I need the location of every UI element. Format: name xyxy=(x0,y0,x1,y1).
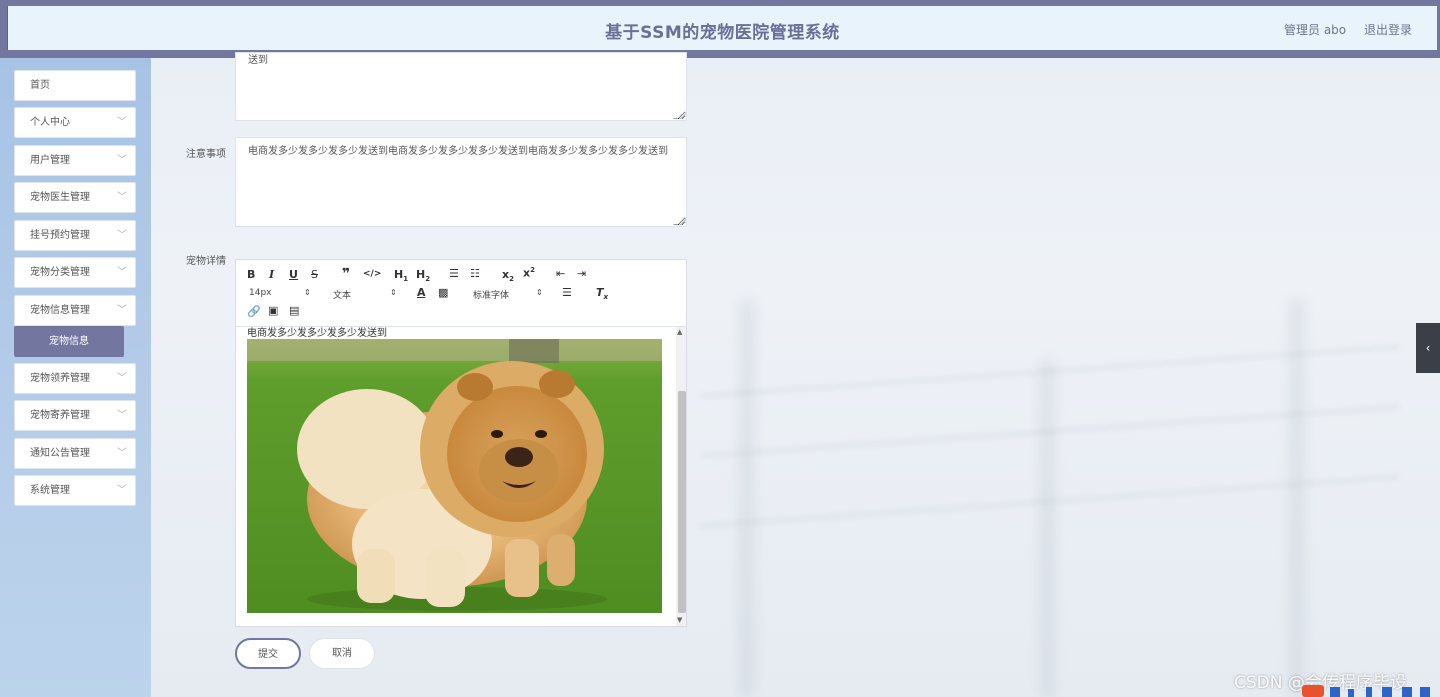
indent-icon[interactable]: ⇥ xyxy=(577,267,586,280)
scroll-down-icon[interactable]: ▼ xyxy=(677,616,682,624)
chevron-down-icon: ﹀ xyxy=(117,410,127,421)
scrollbar-thumb[interactable] xyxy=(678,391,686,613)
notes-value: 电商发多少发多少发多少发送到电商发多少发多少发多少发送到电商发多少发多少发多少发… xyxy=(248,146,668,157)
previous-textarea[interactable]: 送到 xyxy=(235,52,687,121)
chevron-down-icon: ﹀ xyxy=(117,485,127,496)
block-type-select[interactable]: 文本 ⇕ xyxy=(333,288,399,301)
sidebar-item-boarding-management[interactable]: 宠物寄养管理 ﹀ xyxy=(14,400,136,431)
sidebar-item-category-management[interactable]: 宠物分类管理 ﹀ xyxy=(14,257,136,288)
sidebar-item-label: 首页 xyxy=(30,80,50,91)
font-family-value: 标准字体 xyxy=(473,291,510,301)
submit-button[interactable]: 提交 xyxy=(235,638,301,669)
app-title: 基于SSM的宠物医院管理系统 xyxy=(605,23,840,43)
sidebar-item-label: 用户管理 xyxy=(30,155,70,166)
select-arrows-icon: ⇕ xyxy=(304,288,311,297)
editor-paragraph: 电商发多少发多少发多少发送到 xyxy=(247,328,387,339)
superscript-icon[interactable]: x2 xyxy=(523,266,535,280)
font-size-select[interactable]: 14px ⇕ xyxy=(249,288,311,298)
underline-icon[interactable]: U xyxy=(289,268,298,281)
ordered-list-icon[interactable]: ☰ xyxy=(449,267,459,280)
chevron-down-icon: ﹀ xyxy=(117,448,127,459)
clear-format-icon[interactable]: Tx xyxy=(596,286,608,301)
text-color-icon[interactable]: A xyxy=(417,286,426,299)
dog-photo xyxy=(247,339,662,613)
bold-icon[interactable]: B xyxy=(247,268,255,281)
header-panel: 基于SSM的宠物医院管理系统 管理员 abo 退出登录 xyxy=(7,6,1437,50)
sidebar-item-label: 系统管理 xyxy=(30,485,70,496)
sidebar: 首页 个人中心 ﹀ 用户管理 ﹀ 宠物医生管理 ﹀ 挂号预约管理 ﹀ 宠物分类管理 ﹀ 宠… xyxy=(0,58,151,697)
background-decoration xyxy=(740,300,754,697)
notes-textarea[interactable]: 电商发多少发多少发多少发送到电商发多少发多少发多少发送到电商发多少发多少发多少发… xyxy=(235,137,687,227)
current-user: 管理员 abo xyxy=(1284,23,1347,37)
sidebar-item-system-management[interactable]: 系统管理 ﹀ xyxy=(14,475,136,506)
chevron-down-icon: ﹀ xyxy=(117,373,127,384)
resize-handle-icon[interactable] xyxy=(673,217,686,225)
sidebar-item-label: 宠物分类管理 xyxy=(30,267,90,278)
sidebar-item-label: 宠物领养管理 xyxy=(30,373,90,384)
scroll-up-icon[interactable]: ▲ xyxy=(677,328,682,336)
chevron-down-icon: ﹀ xyxy=(117,192,127,203)
chevron-down-icon: ﹀ xyxy=(117,267,127,278)
background-color-icon[interactable]: ▩ xyxy=(438,286,448,299)
sidebar-item-adoption-management[interactable]: 宠物领养管理 ﹀ xyxy=(14,363,136,394)
panel-toggle-button[interactable]: ‹ xyxy=(1416,323,1440,373)
sidebar-item-notice-management[interactable]: 通知公告管理 ﹀ xyxy=(14,438,136,469)
chevron-left-icon: ‹ xyxy=(1425,341,1431,355)
background-decoration xyxy=(1290,300,1304,697)
editor-scrollbar[interactable]: ▲ ▼ xyxy=(676,327,686,626)
sidebar-item-user-management[interactable]: 用户管理 ﹀ xyxy=(14,145,136,176)
bullet-list-icon[interactable]: ☷ xyxy=(470,267,480,280)
subscript-icon[interactable]: x2 xyxy=(502,268,514,283)
font-size-value: 14px xyxy=(249,288,272,298)
submenu-item-pet-info[interactable]: 宠物信息 xyxy=(14,326,124,357)
video-icon[interactable]: ▤ xyxy=(289,304,299,317)
link-icon[interactable]: 🔗 xyxy=(247,305,261,318)
textarea-value: 送到 xyxy=(248,55,268,66)
blockquote-icon[interactable]: ❞ xyxy=(342,266,350,282)
logout-link[interactable]: 退出登录 xyxy=(1364,21,1412,38)
select-arrows-icon: ⇕ xyxy=(390,288,397,297)
editor-toolbar: B I U S ❞ </> H1 H2 ☰ ☷ x2 x2 ⇤ ⇥ 14px ⇕ … xyxy=(236,260,686,327)
image-icon[interactable]: ▣ xyxy=(268,304,278,317)
details-label: 宠物详情 xyxy=(186,256,226,267)
sidebar-item-label: 通知公告管理 xyxy=(30,448,90,459)
chevron-down-icon: ﹀ xyxy=(117,155,127,166)
block-type-value: 文本 xyxy=(333,291,352,301)
heading-2-icon[interactable]: H2 xyxy=(416,268,430,283)
sidebar-item-pet-info-management[interactable]: 宠物信息管理 ﹀ xyxy=(14,295,136,326)
cancel-button[interactable]: 取消 xyxy=(309,638,375,669)
sidebar-item-label: 宠物信息管理 xyxy=(30,305,90,316)
sidebar-item-label: 个人中心 xyxy=(30,117,70,128)
strikethrough-icon[interactable]: S xyxy=(311,268,318,281)
ime-toolbar xyxy=(1300,685,1440,697)
chevron-down-icon: ﹀ xyxy=(117,230,127,241)
sidebar-item-label: 宠物医生管理 xyxy=(30,192,90,203)
select-arrows-icon: ⇕ xyxy=(536,288,543,297)
sidebar-item-appointment-management[interactable]: 挂号预约管理 ﹀ xyxy=(14,220,136,251)
background-decoration xyxy=(1040,360,1054,697)
chevron-down-icon: ﹀ xyxy=(117,117,127,128)
editor-content[interactable]: 电商发多少发多少发多少发送到 ▲ ▼ xyxy=(236,327,686,626)
heading-1-icon[interactable]: H1 xyxy=(394,268,408,283)
sidebar-item-doctor-management[interactable]: 宠物医生管理 ﹀ xyxy=(14,182,136,213)
sidebar-item-personal-center[interactable]: 个人中心 ﹀ xyxy=(14,107,136,138)
sidebar-item-label: 宠物寄养管理 xyxy=(30,410,90,421)
italic-icon[interactable]: I xyxy=(269,268,274,281)
resize-handle-icon[interactable] xyxy=(673,111,686,119)
code-block-icon[interactable]: </> xyxy=(363,269,381,279)
top-header: 基于SSM的宠物医院管理系统 管理员 abo 退出登录 xyxy=(0,0,1440,58)
outdent-icon[interactable]: ⇤ xyxy=(556,267,565,280)
align-icon[interactable]: ☰ xyxy=(562,286,572,299)
sidebar-item-home[interactable]: 首页 xyxy=(14,70,136,101)
font-family-select[interactable]: 标准字体 ⇕ xyxy=(473,288,545,301)
rich-text-editor: B I U S ❞ </> H1 H2 ☰ ☷ x2 x2 ⇤ ⇥ 14px ⇕ … xyxy=(235,259,687,627)
chevron-up-icon: ﹀ xyxy=(117,305,127,316)
notes-label: 注意事项 xyxy=(186,149,226,160)
sidebar-item-label: 挂号预约管理 xyxy=(30,230,90,241)
